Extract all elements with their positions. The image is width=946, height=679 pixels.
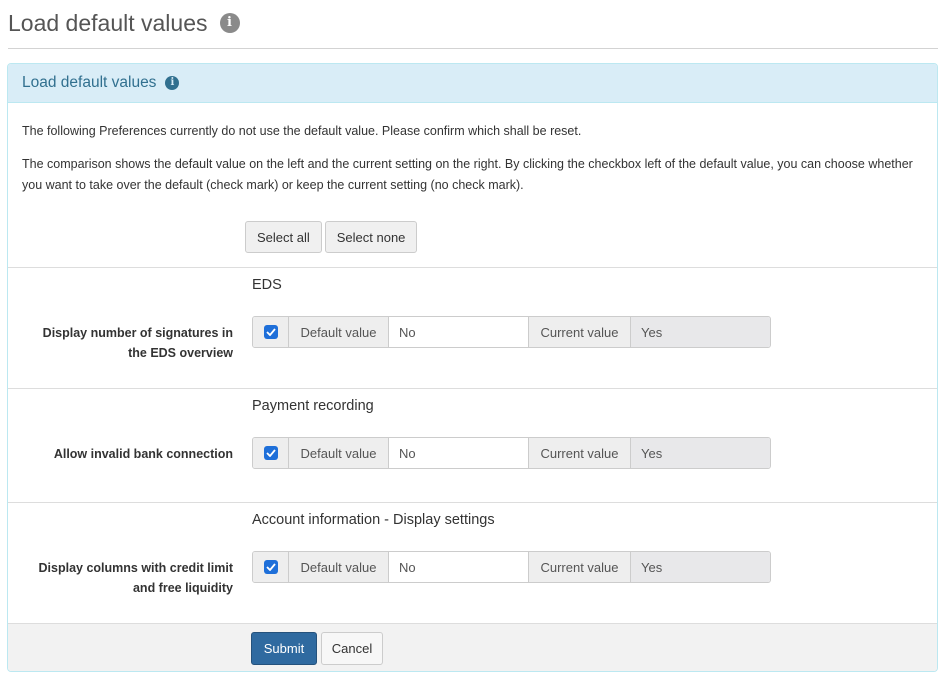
reset-checkbox[interactable] xyxy=(263,560,278,574)
check-icon xyxy=(265,449,276,457)
check-icon xyxy=(265,563,276,571)
page-title: Load default values xyxy=(8,9,208,36)
default-value: No xyxy=(389,552,529,582)
value-comparison: Default value No Current value Yes xyxy=(252,551,771,583)
preference-label-line: Display number of signatures in xyxy=(42,326,233,340)
page-header: Load default values i xyxy=(8,6,240,40)
preference-label-line: the EDS overview xyxy=(128,346,233,360)
preference-label-line: Display columns with credit limit xyxy=(38,561,233,575)
section-divider xyxy=(8,388,937,389)
section-title: Payment recording xyxy=(252,398,374,414)
default-value: No xyxy=(389,438,529,468)
panel-heading: Load default values i xyxy=(8,64,937,103)
section-divider xyxy=(8,267,937,268)
reset-checkbox-cell xyxy=(253,317,289,347)
preference-label: Display number of signatures in the EDS … xyxy=(16,323,233,363)
preference-label-line: and free liquidity xyxy=(132,581,233,595)
current-value-label: Current value xyxy=(529,552,631,582)
default-value: No xyxy=(389,317,529,347)
default-value-label: Default value xyxy=(289,552,389,582)
reset-checkbox[interactable] xyxy=(263,446,278,460)
current-value-label: Current value xyxy=(529,438,631,468)
select-all-button[interactable]: Select all xyxy=(245,221,322,253)
submit-button[interactable]: Submit xyxy=(251,632,317,665)
panel-footer: Submit Cancel xyxy=(8,623,937,671)
section-divider xyxy=(8,502,937,503)
default-value-label: Default value xyxy=(289,317,389,347)
selection-buttons: Select all Select none xyxy=(245,221,418,253)
section-title: Account information - Display settings xyxy=(252,512,495,528)
intro-paragraph-2: The comparison shows the default value o… xyxy=(22,157,913,192)
intro-text: The following Preferences currently do n… xyxy=(22,121,922,196)
preference-label: Display columns with credit limit and fr… xyxy=(16,558,233,598)
cancel-button[interactable]: Cancel xyxy=(321,632,383,665)
value-comparison: Default value No Current value Yes xyxy=(252,437,771,469)
value-comparison: Default value No Current value Yes xyxy=(252,316,771,348)
reset-checkbox-cell xyxy=(253,438,289,468)
info-icon[interactable]: i xyxy=(219,13,240,33)
current-value: Yes xyxy=(631,552,770,582)
intro-paragraph-1: The following Preferences currently do n… xyxy=(22,124,582,138)
select-none-button[interactable]: Select none xyxy=(324,221,418,253)
preference-label-line: Allow invalid bank connection xyxy=(53,447,233,461)
current-value: Yes xyxy=(631,317,770,347)
load-defaults-panel: Load default values i The following Pref… xyxy=(7,63,938,672)
reset-checkbox[interactable] xyxy=(263,325,278,339)
header-divider xyxy=(8,48,938,49)
current-value: Yes xyxy=(631,438,770,468)
default-value-label: Default value xyxy=(289,438,389,468)
reset-checkbox-cell xyxy=(253,552,289,582)
preference-label: Allow invalid bank connection xyxy=(16,444,233,464)
check-icon xyxy=(265,328,276,336)
current-value-label: Current value xyxy=(529,317,631,347)
panel-title: Load default values xyxy=(22,74,157,91)
section-title: EDS xyxy=(252,277,282,293)
info-icon[interactable]: i xyxy=(165,76,180,90)
